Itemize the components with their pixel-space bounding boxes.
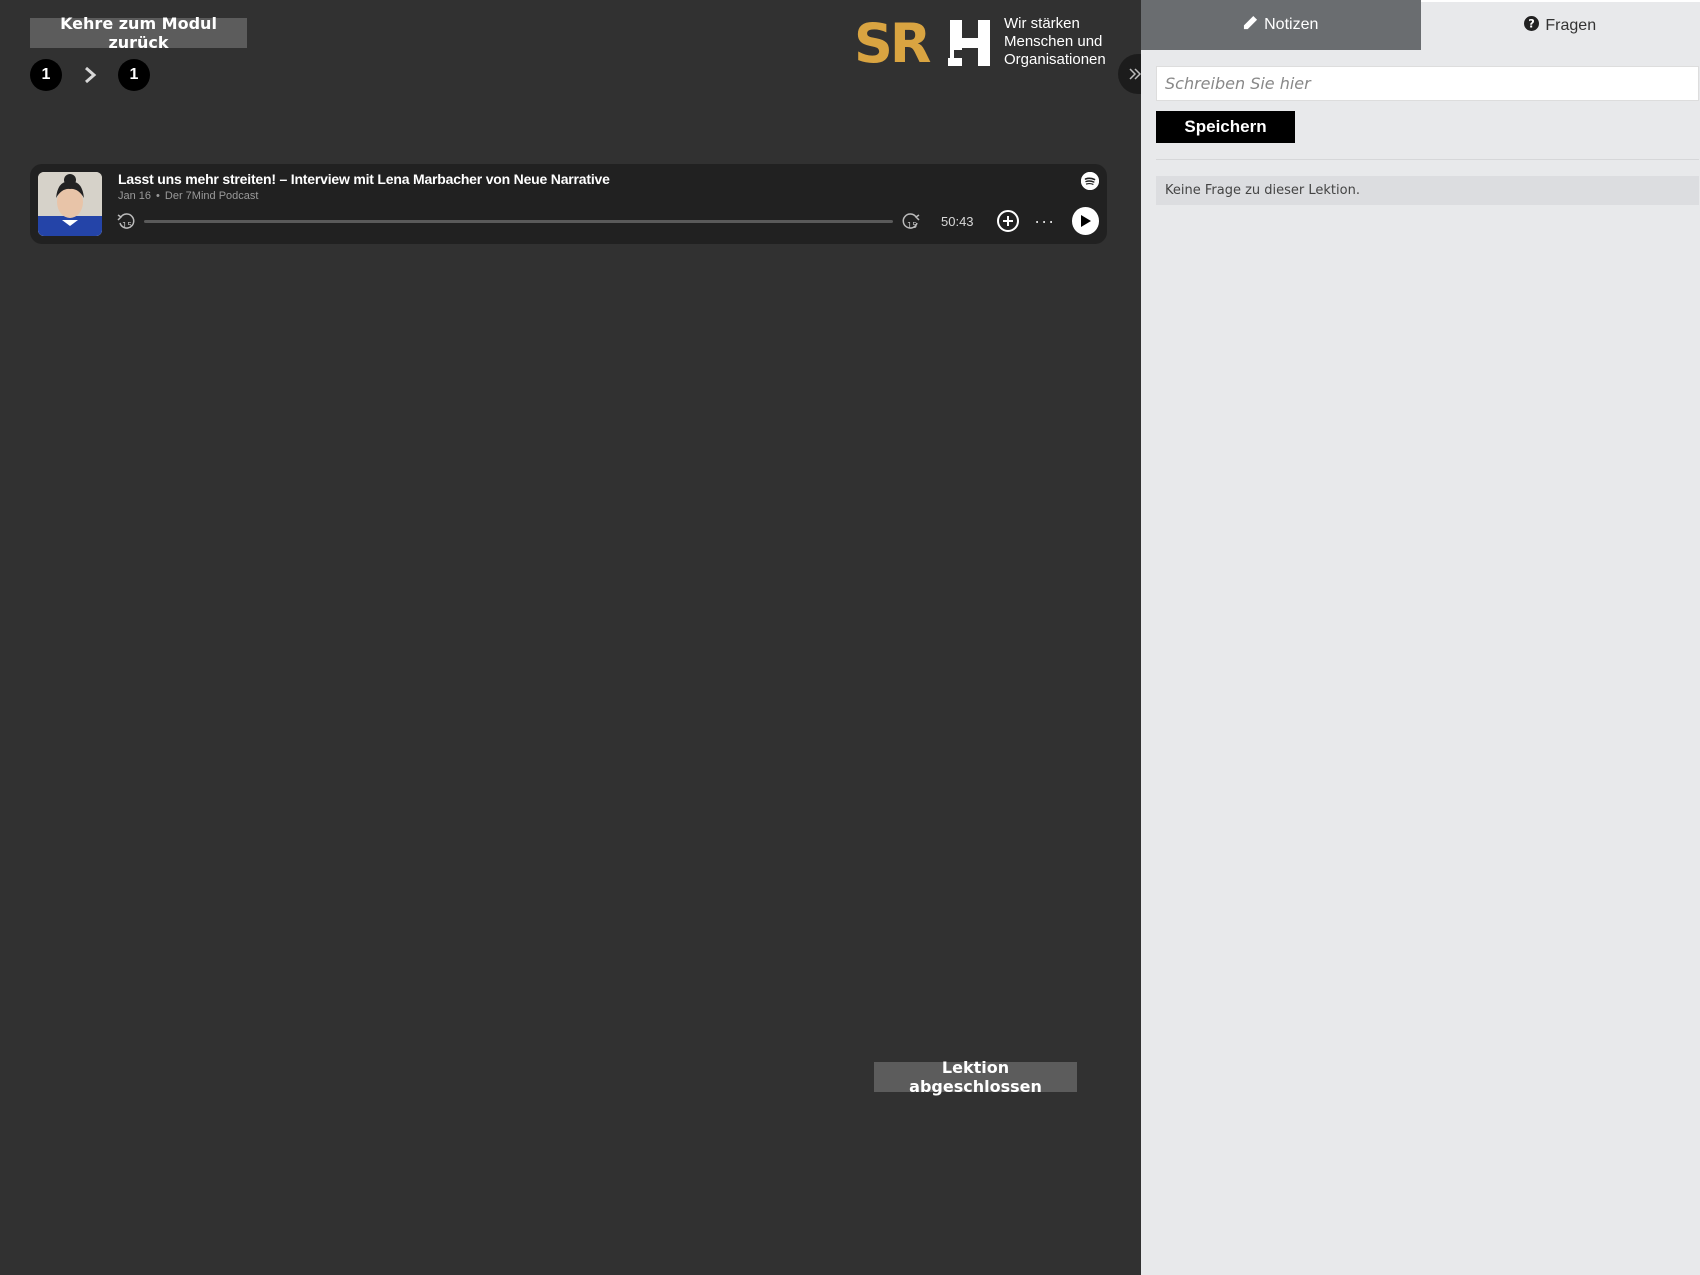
srh-logo-mark: SR bbox=[854, 16, 990, 68]
player-controls: 15 15 50:43 ··· bbox=[116, 206, 1099, 236]
episode-date: Jan 16 bbox=[118, 190, 152, 202]
logo-tagline-line: Menschen und bbox=[1004, 33, 1103, 50]
srh-logo: SR Wir stärken Menschen und Organisation… bbox=[854, 14, 1110, 70]
svg-text:15: 15 bbox=[907, 221, 917, 230]
spotify-podcast-player: Lasst uns mehr streiten! – Interview mit… bbox=[30, 164, 1107, 244]
episode-duration: 50:43 bbox=[941, 213, 974, 229]
episode-meta: Jan 16 • Der 7Mind Podcast bbox=[118, 190, 258, 202]
playback-progress-bar[interactable] bbox=[144, 219, 893, 223]
lesson-main-area: Kehre zum Modul zurück 1 1 SR Wir stärke… bbox=[0, 0, 1141, 1275]
tab-label: Notizen bbox=[1264, 16, 1319, 33]
breadcrumb-step[interactable]: 1 bbox=[118, 59, 150, 91]
chevron-right-icon bbox=[62, 66, 118, 84]
svg-text:15: 15 bbox=[122, 221, 132, 230]
divider bbox=[1156, 159, 1699, 160]
sidebar-tabs: Notizen ? Fragen bbox=[1141, 0, 1700, 50]
logo-tagline-line: Wir stärken bbox=[1004, 15, 1080, 32]
logo-tagline-line: Organisationen bbox=[1004, 51, 1106, 68]
logo-tagline: Wir stärken Menschen und Organisationen bbox=[1004, 15, 1106, 69]
pencil-icon bbox=[1243, 15, 1258, 35]
no-questions-message: Keine Frage zu dieser Lektion. bbox=[1156, 176, 1699, 205]
question-circle-icon: ? bbox=[1524, 16, 1540, 36]
dot-separator: • bbox=[156, 190, 160, 202]
tab-label: Fragen bbox=[1545, 17, 1597, 34]
skip-back-15-icon[interactable]: 15 bbox=[116, 211, 136, 231]
spotify-icon[interactable] bbox=[1081, 172, 1099, 190]
breadcrumb: 1 1 bbox=[30, 59, 150, 91]
episode-title[interactable]: Lasst uns mehr streiten! – Interview mit… bbox=[118, 171, 610, 187]
play-icon[interactable] bbox=[1071, 207, 1099, 235]
tab-notes[interactable]: Notizen bbox=[1141, 0, 1421, 50]
question-input[interactable] bbox=[1156, 66, 1699, 101]
svg-text:SR: SR bbox=[854, 16, 931, 68]
breadcrumb-step[interactable]: 1 bbox=[30, 59, 62, 91]
episode-cover-image bbox=[38, 172, 102, 236]
notes-questions-sidebar: Notizen ? Fragen Speichern Keine Frage z… bbox=[1141, 0, 1700, 1275]
tab-questions[interactable]: ? Fragen bbox=[1420, 0, 1700, 50]
svg-text:?: ? bbox=[1529, 18, 1536, 31]
skip-forward-15-icon[interactable]: 15 bbox=[901, 211, 921, 231]
back-to-module-button[interactable]: Kehre zum Modul zurück bbox=[30, 14, 247, 52]
add-circle-icon[interactable] bbox=[996, 209, 1020, 233]
podcast-name[interactable]: Der 7Mind Podcast bbox=[165, 190, 259, 202]
lesson-complete-button[interactable]: Lektion abgeschlossen bbox=[874, 1058, 1077, 1096]
save-button[interactable]: Speichern bbox=[1156, 111, 1295, 143]
more-options-icon[interactable]: ··· bbox=[1034, 211, 1056, 232]
